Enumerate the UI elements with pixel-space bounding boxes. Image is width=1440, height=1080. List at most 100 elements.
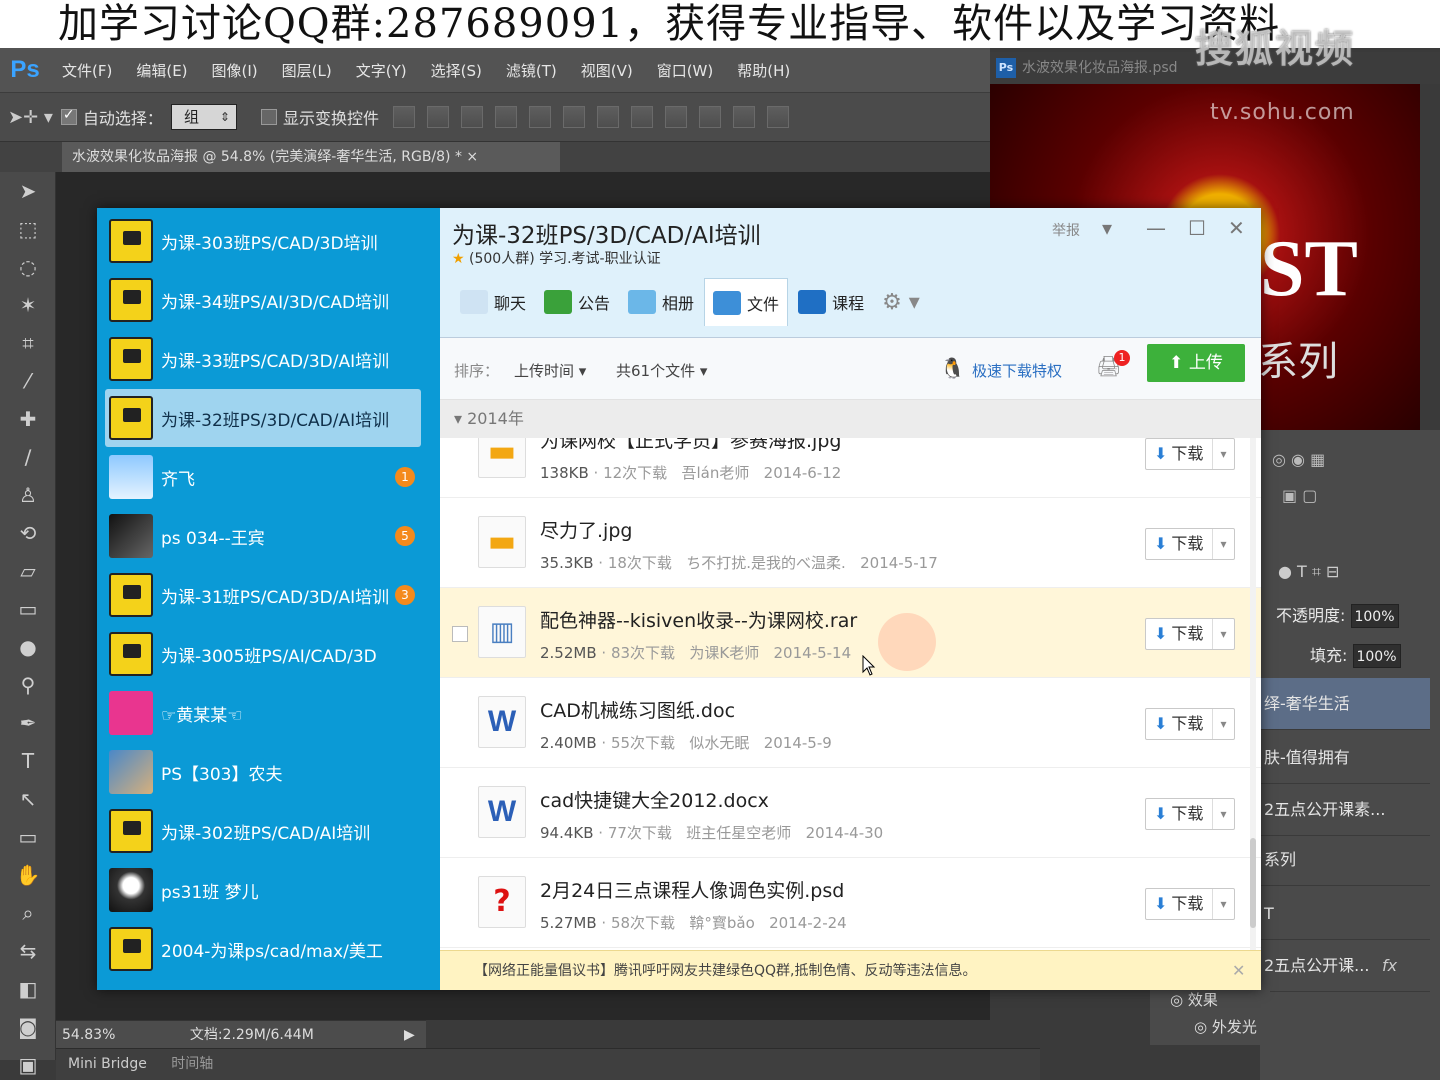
group-list-item[interactable]: 为课-33班PS/CAD/3D/AI培训 [105,330,421,388]
screen-mode-icon[interactable]: ▣ [0,1046,56,1080]
layer-item[interactable]: 肤-值得拥有 [1260,732,1430,784]
healing-tool-icon[interactable]: ✚ [0,400,56,438]
group-list-item[interactable]: 为课-31班PS/CAD/3D/AI培训 3 [105,566,421,624]
distribute-hcenter-icon[interactable] [732,106,755,128]
menu-window[interactable]: 窗口(W) [645,60,726,81]
download-button[interactable]: ⬇ 下载 ▾ [1145,798,1235,830]
zoom-tool-icon[interactable]: ⌕ [0,894,56,932]
file-name[interactable]: 配色神器--kisiven收录--为课网校.rar [540,606,857,633]
report-link[interactable]: 举报 [1052,220,1080,240]
file-row[interactable]: 为课网校【正式学员】参赛海报.jpg 138KB · 12次下载 吾lán老师 2… [440,438,1261,498]
align-left-icon[interactable] [494,106,517,128]
group-tab[interactable]: 聊天 [452,280,534,324]
download-dropdown-icon[interactable]: ▾ [1212,619,1234,649]
group-list-item[interactable]: ps31班 梦儿 [105,861,421,919]
lasso-tool-icon[interactable]: ◌ [0,248,56,286]
group-tab[interactable]: 课程 [790,280,872,324]
magic-wand-tool-icon[interactable]: ✶ [0,286,56,324]
layer-item[interactable]: 系列 [1260,834,1430,886]
outer-glow-row[interactable]: ◎ 外发光 [1150,1010,1270,1037]
menu-edit[interactable]: 编辑(E) [124,60,199,81]
pen-tool-icon[interactable]: ✒ [0,704,56,742]
year-group-header[interactable]: ▾ 2014年 [440,400,1261,438]
download-button[interactable]: ⬇ 下载 ▾ [1145,888,1235,920]
distribute-bottom-icon[interactable] [664,106,687,128]
opacity-input[interactable]: 100% [1350,604,1399,628]
download-dropdown-icon[interactable]: ▾ [1212,799,1234,829]
stamp-tool-icon[interactable]: ♙ [0,476,56,514]
layer-item[interactable]: 2五点公开课素... [1260,784,1430,836]
align-vcenter-icon[interactable] [426,106,449,128]
group-list-item[interactable]: 为课-3005班PS/AI/CAD/3D [105,625,421,683]
file-name[interactable]: 为课网校【正式学员】参赛海报.jpg [540,438,841,453]
download-dropdown-icon[interactable]: ▾ [1212,439,1234,469]
align-right-icon[interactable] [562,106,585,128]
group-tab[interactable]: 相册 [620,280,702,324]
blur-tool-icon[interactable]: ● [0,628,56,666]
eraser-tool-icon[interactable]: ▱ [0,552,56,590]
history-brush-tool-icon[interactable]: ⟲ [0,514,56,552]
crop-tool-icon[interactable]: ⌗ [0,324,56,362]
menu-view[interactable]: 视图(V) [569,60,645,81]
file-row[interactable]: ▥ 配色神器--kisiven收录--为课网校.rar 2.52MB · 83次下载… [440,588,1261,678]
shape-tool-icon[interactable]: ▭ [0,818,56,856]
file-checkbox[interactable] [452,626,468,642]
auto-select-dropdown[interactable]: 组 [170,104,237,130]
layer-item[interactable]: 绎-奢华生活 [1260,678,1430,730]
menu-image[interactable]: 图像(I) [200,60,270,81]
vip-download-link[interactable]: 极速下载特权 [972,360,1062,381]
group-tab[interactable]: 文件 [704,278,789,326]
tab-timeline[interactable]: 时间轴 [171,1056,213,1072]
group-list-item[interactable]: PS【303】农夫 [105,743,421,801]
sort-dropdown[interactable]: 上传时间 ▾ [514,360,586,381]
file-row[interactable]: ? 2月24日三点课程人像调色实例.psd 5.27MB · 58次下载 鞥°寳bǎ… [440,858,1261,948]
file-name[interactable]: 尽力了.jpg [540,516,632,543]
distribute-left-icon[interactable] [698,106,721,128]
file-row[interactable]: 尽力了.jpg 35.3KB · 18次下载 ち不打扰.是我的べ温柔. 2014-… [440,498,1261,588]
fill-input[interactable]: 100% [1352,644,1401,668]
type-tool-icon[interactable]: T [0,742,56,780]
file-row[interactable]: Wcad快捷键大全2012.docx 94.4KB · 77次下载 班主任星空老师… [440,768,1261,858]
eyedropper-tool-icon[interactable]: ⁄ [0,362,56,400]
group-list-item[interactable]: 为课-303班PS/CAD/3D培训 [105,212,421,270]
download-dropdown-icon[interactable]: ▾ [1212,709,1234,739]
show-transform-checkbox[interactable] [260,109,277,125]
file-name[interactable]: cad快捷键大全2012.docx [540,786,769,813]
marquee-tool-icon[interactable]: ⬚ [0,210,56,248]
settings-gear-icon[interactable]: ⚙ ▾ [874,280,928,324]
group-tab[interactable]: 公告 [536,280,618,324]
file-count-dropdown[interactable]: 共61个文件 ▾ [616,360,707,381]
menu-select[interactable]: 选择(S) [419,60,494,81]
align-bottom-icon[interactable] [460,106,483,128]
file-name[interactable]: 2月24日三点课程人像调色实例.psd [540,876,844,903]
scrollbar-thumb[interactable] [1250,838,1256,928]
menu-layer[interactable]: 图层(L) [270,60,344,81]
download-button[interactable]: ⬇ 下载 ▾ [1145,438,1235,470]
group-list-item[interactable]: 为课-302班PS/CAD/AI培训 [105,802,421,860]
close-icon[interactable]: ✕ [1228,216,1245,240]
dodge-tool-icon[interactable]: ⚲ [0,666,56,704]
maximize-icon[interactable]: ☐ [1188,216,1206,240]
group-list-item[interactable]: 为课-32班PS/3D/CAD/AI培训 [105,389,421,447]
group-list-item[interactable]: ☞黄某某☜ [105,684,421,742]
upload-button[interactable]: ⬆ 上传 [1147,344,1245,382]
move-tool-icon[interactable]: ➤✛ ▾ [8,107,53,128]
align-top-icon[interactable] [392,106,415,128]
gradient-tool-icon[interactable]: ▭ [0,590,56,628]
quick-mask-icon[interactable]: ◙ [0,1008,56,1046]
document-tab[interactable]: 水波效果化妆品海报 @ 54.8% (完美演绎-奢华生活, RGB/8) * × [62,142,560,172]
dropdown-icon[interactable]: ▾ [1102,216,1112,240]
color-swatches-icon[interactable]: ◧ [0,970,56,1008]
download-dropdown-icon[interactable]: ▾ [1212,889,1234,919]
menu-type[interactable]: 文字(Y) [344,60,419,81]
group-list-item[interactable]: 2004-为课ps/cad/max/美工 [105,920,421,978]
download-button[interactable]: ⬇ 下载 ▾ [1145,528,1235,560]
path-select-tool-icon[interactable]: ↖ [0,780,56,818]
brush-tool-icon[interactable]: ∕ [0,438,56,476]
layer-item[interactable]: T [1260,888,1430,940]
menu-filter[interactable]: 滤镜(T) [494,60,569,81]
align-hcenter-icon[interactable] [528,106,551,128]
menu-help[interactable]: 帮助(H) [725,60,802,81]
download-button[interactable]: ⬇ 下载 ▾ [1145,618,1235,650]
download-dropdown-icon[interactable]: ▾ [1212,529,1234,559]
